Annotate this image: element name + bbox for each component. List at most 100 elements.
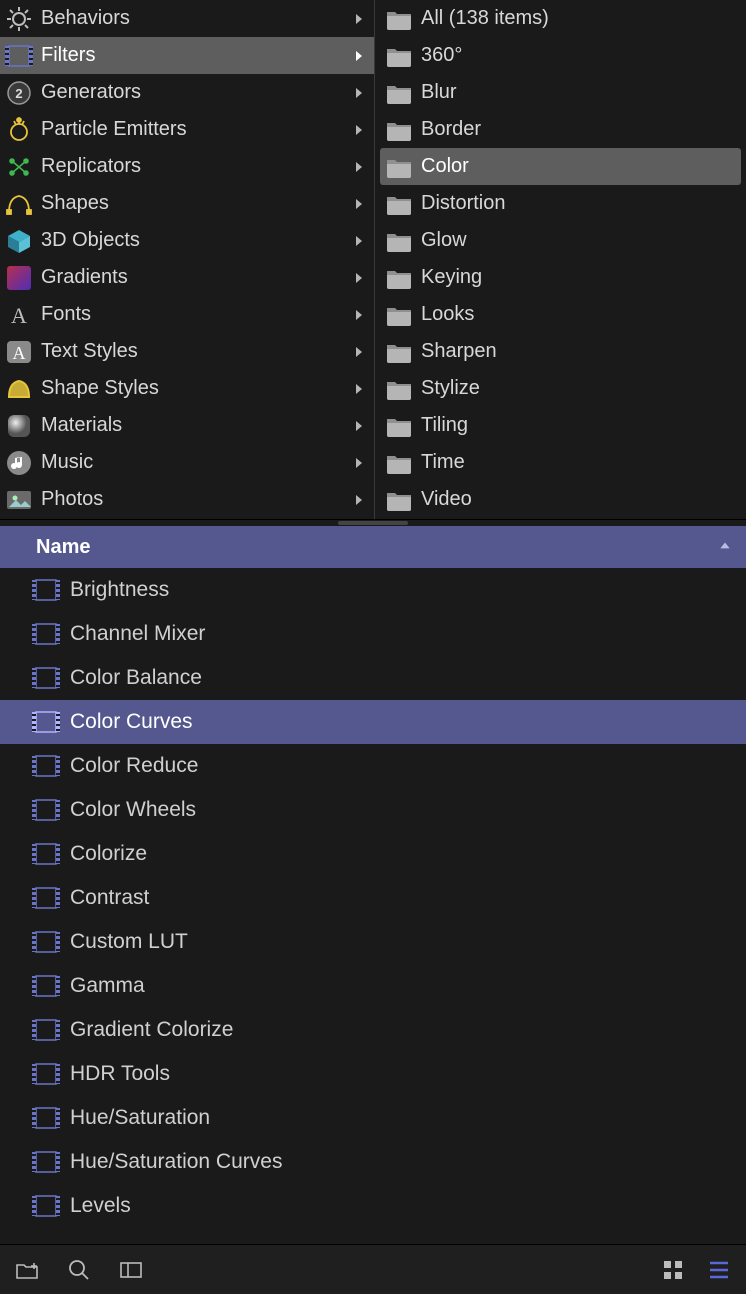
filter-item-label: Hue/Saturation Curves [70,1150,282,1174]
subcategory-label: Looks [421,303,733,326]
category-column: Behaviors Filters 2GeneratorsParticle Emi… [0,0,375,519]
category-label: Photos [41,488,352,511]
category-gradients[interactable]: Gradients [0,259,374,296]
library-browser-top: Behaviors Filters 2GeneratorsParticle Emi… [0,0,746,520]
chevron-right-icon [352,49,366,63]
chevron-right-icon [352,456,366,470]
category-photos[interactable]: Photos [0,481,374,518]
filter-item[interactable]: Hue/Saturation [0,1096,746,1140]
subcategory-video[interactable]: Video [380,481,741,518]
filter-item[interactable]: Color Curves [0,700,746,744]
folder-icon [384,263,414,293]
filter-item[interactable]: Color Balance [0,656,746,700]
chevron-right-icon [352,382,366,396]
subcategory-all[interactable]: All (138 items) [380,0,741,37]
subcategory-looks[interactable]: Looks [380,296,741,333]
chevron-right-icon [352,234,366,248]
subcategory-column: All (138 items)360°BlurBorderColor Distor… [375,0,746,519]
folder-icon [384,300,414,330]
subcategory-stylize[interactable]: Stylize [380,370,741,407]
music-icon [4,448,34,478]
filter-item-label: Gamma [70,974,145,998]
filter-item-label: Color Wheels [70,798,196,822]
filter-item-label: Brightness [70,578,169,602]
filter-item[interactable]: Gamma [0,964,746,1008]
subcategory-distortion[interactable]: Distortion [380,185,741,222]
folder-icon [384,115,414,145]
chevron-right-icon [352,493,366,507]
category-replicators[interactable]: Replicators [0,148,374,185]
textstyle-icon: A [4,337,34,367]
category-text-styles[interactable]: AText Styles [0,333,374,370]
filter-item[interactable]: Gradient Colorize [0,1008,746,1052]
subcategory-360[interactable]: 360° [380,37,741,74]
filter-item[interactable]: Channel Mixer [0,612,746,656]
subcategory-label: Time [421,451,733,474]
chevron-right-icon [352,123,366,137]
filter-item[interactable]: HDR Tools [0,1052,746,1096]
filter-clip-icon [32,578,60,602]
filter-item[interactable]: Color Wheels [0,788,746,832]
subcategory-time[interactable]: Time [380,444,741,481]
filter-item[interactable]: Colorize [0,832,746,876]
category-label: Gradients [41,266,352,289]
category-shape-styles[interactable]: Shape Styles [0,370,374,407]
grid-view-button[interactable] [660,1257,686,1283]
filter-item[interactable]: Brightness [0,568,746,612]
category-label: Fonts [41,303,352,326]
emitter-icon [4,115,34,145]
category-filters[interactable]: Filters [0,37,374,74]
filter-item[interactable]: Levels [0,1184,746,1228]
filter-clip-icon [32,1194,60,1218]
new-folder-button[interactable] [14,1257,40,1283]
category-music[interactable]: Music [0,444,374,481]
subcategory-label: Distortion [421,192,733,215]
filter-item-label: Color Reduce [70,754,198,778]
subcategory-tiling[interactable]: Tiling [380,407,741,444]
list-header-label: Name [36,536,90,559]
filter-clip-icon [32,1062,60,1086]
category-generators[interactable]: 2Generators [0,74,374,111]
category-3d-objects[interactable]: 3D Objects [0,222,374,259]
subcategory-border[interactable]: Border [380,111,741,148]
filter-item-label: Gradient Colorize [70,1018,233,1042]
filter-clip-icon [32,754,60,778]
subcategory-color[interactable]: Color [380,148,741,185]
filter-item[interactable]: Hue/Saturation Curves [0,1140,746,1184]
category-shapes[interactable]: Shapes [0,185,374,222]
filter-item[interactable]: Color Reduce [0,744,746,788]
chevron-right-icon [352,345,366,359]
filter-clip-icon [32,974,60,998]
svg-text:A: A [11,303,27,328]
filter-clip-icon [32,886,60,910]
subcategory-sharpen[interactable]: Sharpen [380,333,741,370]
subcategory-label: Stylize [421,377,733,400]
materials-icon [4,411,34,441]
shapestyle-icon [4,374,34,404]
filter-item[interactable]: Contrast [0,876,746,920]
replicator-icon [4,152,34,182]
filter-item[interactable]: Custom LUT [0,920,746,964]
sidebar-toggle-button[interactable] [118,1257,144,1283]
folder-icon [384,78,414,108]
filter-clip-icon [32,710,60,734]
list-view-button[interactable] [706,1257,732,1283]
category-label: Filters [41,44,352,67]
list-header-name[interactable]: Name [0,526,746,568]
filter-item-label: Hue/Saturation [70,1106,210,1130]
subcategory-blur[interactable]: Blur [380,74,741,111]
category-particle-emitters[interactable]: Particle Emitters [0,111,374,148]
subcategory-keying[interactable]: Keying [380,259,741,296]
folder-icon [384,337,414,367]
cube3d-icon [4,226,34,256]
search-button[interactable] [66,1257,92,1283]
folder-icon [384,226,414,256]
filter-icon [4,41,34,71]
subcategory-glow[interactable]: Glow [380,222,741,259]
category-fonts[interactable]: A Fonts [0,296,374,333]
category-behaviors[interactable]: Behaviors [0,0,374,37]
chevron-right-icon [352,308,366,322]
category-materials[interactable]: Materials [0,407,374,444]
folder-icon [384,152,414,182]
folder-icon [384,41,414,71]
